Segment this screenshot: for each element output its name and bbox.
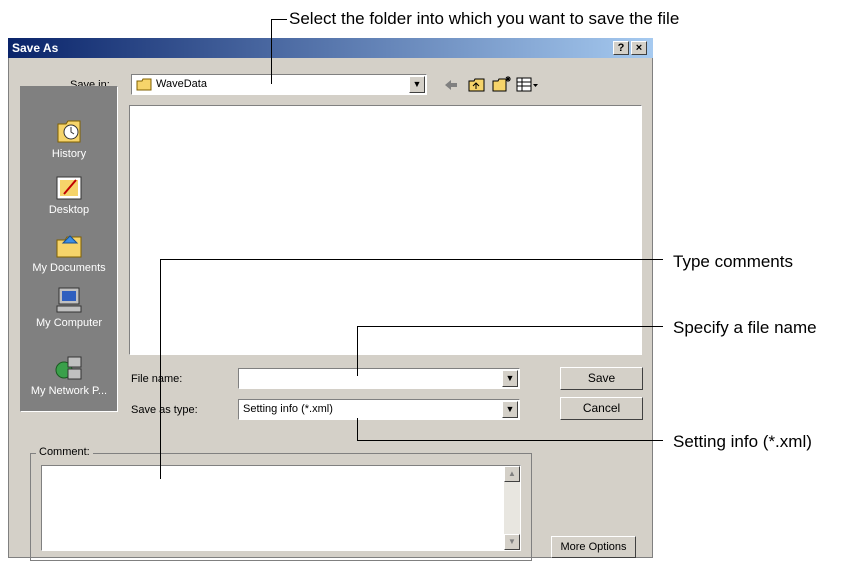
view-menu-icon[interactable] xyxy=(516,77,540,93)
scroll-up-icon[interactable]: ▲ xyxy=(504,466,520,482)
my-computer-icon xyxy=(56,287,82,313)
title-bar[interactable]: Save As ? × xyxy=(8,38,653,58)
comment-input[interactable]: ▲ ▼ xyxy=(41,465,521,551)
callout-setting-info-line xyxy=(357,440,663,441)
back-arrow-icon[interactable] xyxy=(443,78,459,92)
save-type-value: Setting info (*.xml) xyxy=(243,403,333,415)
callout-folder-line xyxy=(271,19,272,84)
chevron-down-icon[interactable]: ▼ xyxy=(502,401,518,418)
file-list[interactable] xyxy=(129,105,642,355)
chevron-down-icon[interactable]: ▼ xyxy=(409,76,425,93)
callout-comments-line xyxy=(160,259,161,479)
callout-file-name-line xyxy=(357,326,358,376)
place-my-network[interactable]: My Network P... xyxy=(20,355,118,397)
chevron-down-icon[interactable]: ▼ xyxy=(502,370,518,387)
save-in-dropdown[interactable]: WaveData ▼ xyxy=(131,74,427,95)
up-folder-icon[interactable] xyxy=(468,77,486,93)
place-my-computer[interactable]: My Computer xyxy=(20,285,118,329)
save-type-select[interactable]: Setting info (*.xml) ▼ xyxy=(238,399,520,420)
callout-file-name: Specify a file name xyxy=(673,318,817,337)
callout-comments: Type comments xyxy=(673,252,793,271)
place-my-documents[interactable]: My Documents xyxy=(20,230,118,274)
comment-scrollbar[interactable]: ▲ ▼ xyxy=(504,466,520,550)
save-type-label: Save as type: xyxy=(131,404,198,416)
callout-setting-info-line xyxy=(357,418,358,441)
comment-label: Comment: xyxy=(36,446,93,458)
help-button[interactable]: ? xyxy=(613,41,629,55)
place-history[interactable]: History xyxy=(20,116,118,160)
new-folder-icon[interactable] xyxy=(492,75,512,93)
callout-setting-info: Setting info (*.xml) xyxy=(673,432,812,451)
scroll-down-icon[interactable]: ▼ xyxy=(504,534,520,550)
file-name-label: File name: xyxy=(131,373,183,385)
callout-folder: Select the folder into which you want to… xyxy=(289,9,680,28)
callout-comments-line xyxy=(160,259,663,260)
save-in-value: WaveData xyxy=(156,78,207,90)
cancel-button[interactable]: Cancel xyxy=(560,397,643,420)
place-desktop[interactable]: Desktop xyxy=(20,172,118,216)
save-button[interactable]: Save xyxy=(560,367,643,390)
folder-icon xyxy=(136,78,152,91)
callout-file-name-line xyxy=(357,326,663,327)
my-documents-icon xyxy=(56,235,82,258)
callout-folder-line xyxy=(271,19,287,20)
history-icon xyxy=(57,120,81,143)
more-options-button[interactable]: More Options xyxy=(551,536,636,558)
dialog-title: Save As xyxy=(12,41,59,55)
close-button[interactable]: × xyxy=(631,41,647,55)
desktop-icon xyxy=(56,176,82,200)
network-icon xyxy=(55,356,82,380)
file-name-input[interactable]: ▼ xyxy=(238,368,520,389)
